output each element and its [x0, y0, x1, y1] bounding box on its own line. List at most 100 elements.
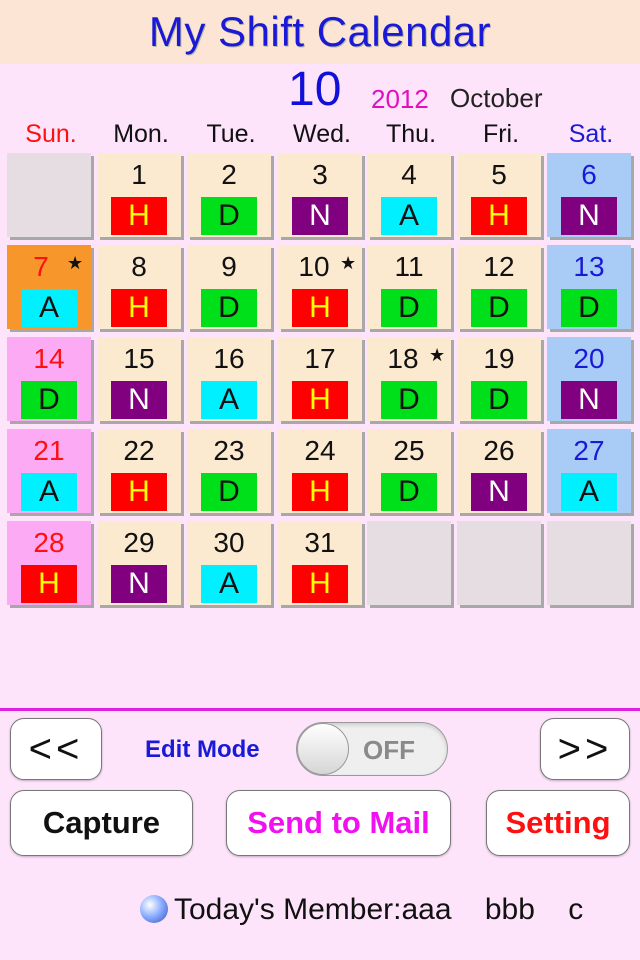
calendar-day-cell[interactable]: 5H — [457, 153, 541, 237]
calendar-day-cell[interactable]: 26 N — [457, 429, 541, 513]
day-number: 30 — [213, 527, 245, 558]
day-number: 22 — [123, 435, 155, 466]
calendar-day-cell[interactable]: 7 ★ A — [7, 245, 91, 329]
star-icon: ★ — [67, 253, 84, 273]
toggle-state-label: OFF — [363, 735, 415, 765]
divider — [0, 708, 640, 711]
shift-badge: A — [21, 473, 77, 511]
month-number: 10 — [288, 63, 342, 116]
shift-badge: D — [471, 289, 527, 327]
calendar-day-cell[interactable]: 27 A — [547, 429, 631, 513]
weekday-label: Fri. — [482, 120, 520, 148]
shift-badge: D — [201, 289, 257, 327]
star-icon: ★ — [340, 253, 357, 273]
weekday-label: Wed. — [293, 120, 351, 148]
shift-badge: D — [561, 289, 617, 327]
weekday-label: Mon. — [113, 120, 169, 148]
day-number: 5 — [491, 159, 507, 190]
calendar-day-cell[interactable]: 23 D — [187, 429, 271, 513]
shift-badge: A — [381, 197, 437, 235]
todays-member-row: Today's Member:aaa bbb c — [140, 893, 583, 927]
todays-member-text: Today's Member:aaa bbb c — [174, 893, 584, 926]
day-number: 25 — [393, 435, 425, 466]
calendar-day-cell[interactable]: 30 A — [187, 521, 271, 605]
calendar-day-cell[interactable]: 12 D — [457, 245, 541, 329]
calendar-day-cell[interactable]: 11 D — [367, 245, 451, 329]
day-number: 13 — [573, 251, 605, 282]
calendar-day-cell[interactable]: 20 N — [547, 337, 631, 421]
year-label: 2012 — [371, 84, 429, 114]
day-number: 3 — [312, 159, 328, 190]
day-number: 21 — [33, 435, 65, 466]
calendar-day-cell[interactable]: 15 N — [97, 337, 181, 421]
next-month-button[interactable]: >> — [540, 718, 630, 780]
shift-badge: H — [292, 565, 348, 603]
calendar-day-cell[interactable]: 6N — [547, 153, 631, 237]
calendar-day-cell[interactable]: 13 D — [547, 245, 631, 329]
day-number: 6 — [581, 159, 597, 190]
shift-badge: D — [381, 473, 437, 511]
calendar-day-cell[interactable]: 19 D — [457, 337, 541, 421]
calendar-day-cell[interactable]: 22 H — [97, 429, 181, 513]
globe-icon — [140, 895, 168, 923]
calendar-day-cell[interactable]: 14 D — [7, 337, 91, 421]
weekday-label: Thu. — [385, 120, 437, 148]
day-number: 15 — [123, 343, 155, 374]
shift-badge: H — [21, 565, 77, 603]
calendar-day-cell[interactable]: 28 H — [7, 521, 91, 605]
day-number: 17 — [304, 343, 336, 374]
day-number: 27 — [573, 435, 605, 466]
shift-badge: H — [292, 381, 348, 419]
calendar-day-cell[interactable]: 4A — [367, 153, 451, 237]
shift-badge: A — [201, 565, 257, 603]
shift-badge: D — [381, 289, 437, 327]
shift-badge: N — [111, 381, 167, 419]
day-number: 8 — [131, 251, 147, 282]
calendar-day-cell[interactable]: 18 ★ D — [367, 337, 451, 421]
day-number: 9 — [221, 251, 237, 282]
day-number: 2 — [221, 159, 237, 190]
shift-badge: H — [292, 289, 348, 327]
calendar-day-cell[interactable]: 17 H — [278, 337, 362, 421]
calendar-day-cell[interactable]: 29 N — [97, 521, 181, 605]
calendar-day-cell[interactable]: 8H — [97, 245, 181, 329]
calendar-day-cell[interactable]: 21 A — [7, 429, 91, 513]
capture-button[interactable]: Capture — [10, 790, 193, 856]
send-to-mail-label: Send to Mail — [247, 805, 430, 840]
day-number: 4 — [401, 159, 417, 190]
day-number: 16 — [213, 343, 245, 374]
day-number: 11 — [394, 251, 424, 282]
day-number: 1 — [131, 159, 147, 190]
month-name: October — [450, 83, 543, 113]
prev-arrow-icon: << — [28, 726, 84, 771]
prev-month-button[interactable]: << — [10, 718, 102, 780]
day-number: 12 — [483, 251, 515, 282]
calendar-day-cell[interactable]: 9D — [187, 245, 271, 329]
calendar-day-cell[interactable]: 16 A — [187, 337, 271, 421]
shift-badge: D — [471, 381, 527, 419]
edit-mode-label: Edit Mode — [145, 736, 260, 763]
weekday-label: Sun. — [25, 120, 77, 148]
day-number: 28 — [33, 527, 65, 558]
calendar-day-cell[interactable]: 31 H — [278, 521, 362, 605]
weekday-label: Sat. — [568, 120, 614, 148]
calendar-day-cell[interactable]: 2D — [187, 153, 271, 237]
calendar-day-cell[interactable]: 24 H — [278, 429, 362, 513]
day-number: 14 — [33, 343, 65, 374]
shift-badge: N — [561, 381, 617, 419]
calendar-day-cell[interactable]: 25 D — [367, 429, 451, 513]
day-number: 23 — [213, 435, 245, 466]
send-to-mail-button[interactable]: Send to Mail — [226, 790, 451, 856]
day-number: 31 — [304, 527, 336, 558]
shift-badge: N — [292, 197, 348, 235]
day-number: 19 — [483, 343, 515, 374]
edit-mode-toggle[interactable]: OFF — [296, 722, 448, 776]
shift-badge: H — [111, 473, 167, 511]
toggle-knob[interactable] — [297, 723, 349, 775]
setting-button[interactable]: Setting — [486, 790, 630, 856]
calendar-day-cell[interactable]: 3N — [278, 153, 362, 237]
calendar-day-cell[interactable]: 10 ★ H — [278, 245, 362, 329]
app-header: My Shift Calendar — [0, 0, 640, 64]
weekday-header-row: Sun. Mon. Tue. Wed. Thu. Fri. Sat. — [0, 120, 640, 154]
calendar-day-cell[interactable]: 1H — [97, 153, 181, 237]
